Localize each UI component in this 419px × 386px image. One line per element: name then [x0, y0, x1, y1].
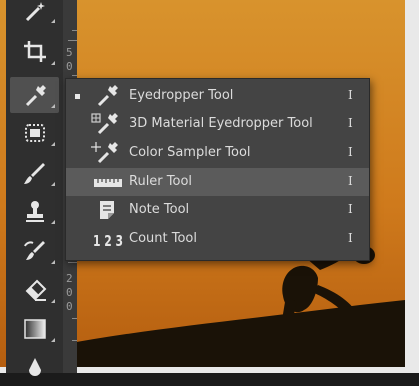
more-tools-indicator [51, 104, 55, 108]
gradient-tool[interactable] [10, 311, 59, 347]
eyedropper-icon [25, 85, 46, 107]
history-brush-tool[interactable] [10, 233, 59, 269]
ruler-icon [94, 179, 122, 187]
eraser-icon [25, 279, 46, 301]
shortcut-key: I [348, 202, 353, 216]
crop-tool[interactable] [10, 34, 59, 70]
menu-item-eyedropper-tool[interactable]: Eyedropper Tool I [66, 82, 369, 110]
menu-item-color-sampler-tool[interactable]: Color Sampler Tool I [66, 139, 369, 167]
more-tools-indicator [51, 299, 55, 303]
tools-panel [6, 0, 64, 376]
menu-item-label: Eyedropper Tool [129, 88, 234, 103]
more-tools-indicator [51, 61, 55, 65]
brush-tool[interactable] [10, 155, 59, 191]
eyedropper-tools-flyout-menu: Eyedropper Tool I 3D Material Eyedropper… [65, 78, 370, 261]
shortcut-key: I [348, 174, 353, 188]
menu-item-label: Count Tool [129, 231, 197, 246]
more-tools-indicator [51, 260, 55, 264]
menu-item-ruler-tool[interactable]: Ruler Tool I [66, 168, 369, 196]
selected-bullet [75, 94, 80, 99]
count-icon: 1 2 3 [93, 232, 123, 250]
menu-item-3d-material-eyedropper-tool[interactable]: 3D Material Eyedropper Tool I [66, 110, 369, 138]
ruler-digit: 0 [66, 300, 73, 313]
gradient-icon [23, 319, 46, 339]
clone-stamp-tool[interactable] [10, 193, 59, 229]
note-icon [100, 201, 114, 219]
menu-item-label: Color Sampler Tool [129, 145, 251, 160]
more-tools-indicator [51, 182, 55, 186]
eyedropper-icon [97, 85, 118, 107]
ruler-digit: 2 [66, 272, 73, 285]
magic-wand-tool[interactable] [10, 0, 59, 28]
shortcut-key: I [348, 116, 353, 130]
brush-icon [23, 163, 45, 184]
healing-brush-icon [24, 124, 45, 142]
blur-tool[interactable] [10, 350, 59, 386]
svg-text:1 2 3: 1 2 3 [93, 232, 123, 250]
magic-wand-icon [25, 2, 45, 22]
shortcut-key: I [348, 231, 353, 245]
healing-brush-tool[interactable] [10, 115, 59, 151]
3d-material-eyedropper-icon [91, 113, 118, 135]
eraser-tool[interactable] [10, 272, 59, 308]
more-tools-indicator [51, 19, 55, 23]
more-tools-indicator [51, 142, 55, 146]
more-tools-indicator [51, 220, 55, 224]
crop-icon [23, 41, 46, 62]
history-brush-icon [23, 241, 45, 260]
menu-item-label: 3D Material Eyedropper Tool [129, 116, 313, 131]
shortcut-key: I [348, 145, 353, 159]
eyedropper-tool[interactable] [10, 77, 59, 113]
menu-item-count-tool[interactable]: 1 2 3 Count Tool I [66, 225, 369, 253]
ruler-digit: 0 [66, 286, 73, 299]
ruler-digit: 5 [66, 46, 73, 59]
shortcut-key: I [348, 88, 353, 102]
clone-stamp-icon [25, 201, 44, 222]
menu-item-label: Ruler Tool [129, 174, 193, 189]
menu-item-label: Note Tool [129, 202, 190, 217]
more-tools-indicator [51, 338, 55, 342]
color-sampler-icon [91, 142, 118, 164]
ruler-digit: 0 [66, 60, 73, 73]
menu-item-note-tool[interactable]: Note Tool I [66, 196, 369, 224]
blur-icon [28, 358, 41, 376]
